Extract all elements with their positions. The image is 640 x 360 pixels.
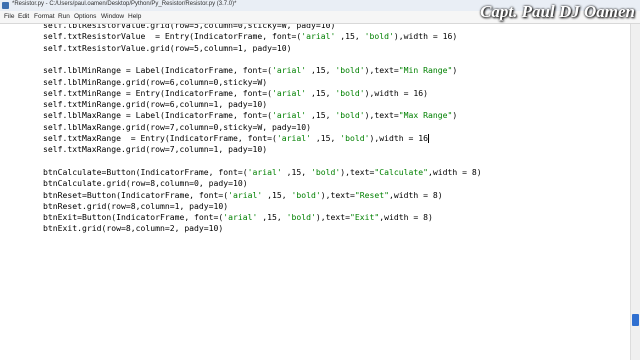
code-line[interactable]: self.lblMinRange.grid(row=6,column=0,sti… (43, 77, 267, 88)
menu-help[interactable]: Help (128, 13, 141, 20)
code-token: self.lblResistorValue.grid(row=5,column=… (43, 24, 336, 30)
code-string-token: "Exit" (350, 212, 380, 223)
code-string-token: 'bold' (335, 110, 365, 121)
code-token: btnExit=Button(IndicatorFrame, font=( (43, 212, 224, 223)
code-line[interactable]: self.txtMinRange.grid(row=6,column=1, pa… (43, 99, 267, 110)
code-string-token: 'bold' (291, 189, 321, 200)
code-string-token: 'bold' (340, 133, 370, 143)
code-token: ),width = 16) (364, 87, 429, 98)
python-idle-icon (2, 2, 9, 9)
code-line[interactable]: self.txtMaxRange.grid(row=7,column=1, pa… (43, 144, 267, 155)
code-token: self.txtResistorValue = Entry(IndicatorF… (43, 31, 302, 42)
code-token: ,width = 8) (389, 189, 443, 200)
code-string-token: 'bold' (364, 31, 394, 42)
code-token: ),text= (364, 110, 399, 121)
code-line[interactable]: self.txtMinRange = Entry(IndicatorFrame,… (43, 88, 428, 99)
code-token: btnCalculate.grid(row=8,column=0, pady=1… (43, 178, 248, 189)
code-token: ,15, (257, 212, 287, 223)
code-token: ,width = 8) (379, 212, 433, 223)
code-line[interactable]: btnReset=Button(IndicatorFrame, font=('a… (43, 190, 443, 201)
code-line[interactable]: btnExit.grid(row=8,column=2, pady=10) (43, 223, 223, 234)
code-token: btnReset.grid(row=8,column=1, pady=10) (43, 200, 229, 211)
code-string-token: 'bold' (286, 212, 316, 223)
menu-edit[interactable]: Edit (18, 13, 29, 20)
code-string-token: 'arial' (272, 110, 307, 121)
code-line[interactable]: self.txtResistorValue.grid(row=5,column=… (43, 43, 292, 54)
menu-format[interactable]: Format (34, 13, 55, 20)
code-line[interactable]: btnExit=Button(IndicatorFrame, font=('ar… (43, 212, 433, 223)
code-token: ,15, (306, 65, 336, 76)
code-token: ) (452, 65, 458, 76)
code-token: self.lblMaxRange.grid(row=7,column=0,sti… (43, 121, 312, 132)
vertical-scrollbar[interactable] (630, 24, 640, 360)
code-token: self.lblMaxRange = Label(IndicatorFrame,… (43, 110, 273, 121)
code-token: ,width = 8) (428, 166, 482, 177)
code-line[interactable]: btnCalculate.grid(row=8,column=0, pady=1… (43, 178, 248, 189)
code-string-token: 'bold' (335, 65, 365, 76)
code-string-token: 'arial' (272, 87, 307, 98)
menu-file[interactable]: File (4, 13, 14, 20)
code-line[interactable]: self.lblMinRange = Label(IndicatorFrame,… (43, 65, 457, 76)
code-token: self.txtMaxRange = Entry(IndicatorFrame,… (43, 133, 277, 143)
code-string-token: 'bold' (335, 87, 365, 98)
code-token: ,15, (306, 87, 336, 98)
code-string-token: "Reset" (354, 189, 390, 200)
window-title: *Resistor.py - C:/Users/paul.oamen/Deskt… (12, 1, 237, 7)
code-editor[interactable]: self.lblResistorValue.grid(row=5,column=… (0, 24, 631, 360)
code-string-token: 'bold' (311, 166, 341, 177)
code-line[interactable]: self.txtResistorValue = Entry(IndicatorF… (43, 31, 457, 42)
code-token: ),width = 16 (369, 133, 429, 143)
code-line[interactable]: btnReset.grid(row=8,column=1, pady=10) (43, 201, 228, 212)
code-token: self.lblMinRange.grid(row=6,column=0,sti… (43, 76, 268, 87)
text-cursor (428, 134, 430, 143)
watermark-text: Capt. Paul DJ Oamen (480, 2, 635, 21)
code-string-token: 'arial' (272, 65, 307, 76)
code-line[interactable]: btnCalculate=Button(IndicatorFrame, font… (43, 167, 482, 178)
code-string-token: 'arial' (301, 31, 336, 42)
code-line[interactable]: self.txtMaxRange = Entry(IndicatorFrame,… (43, 133, 430, 144)
menu-run[interactable]: Run (58, 13, 70, 20)
code-line[interactable]: self.lblMaxRange.grid(row=7,column=0,sti… (43, 122, 311, 133)
scrollbar-thumb[interactable] (632, 314, 639, 326)
code-token: self.txtMinRange.grid(row=6,column=1, pa… (43, 99, 268, 110)
code-token: self.txtResistorValue.grid(row=5,column=… (43, 42, 292, 53)
code-token: self.lblMinRange = Label(IndicatorFrame,… (43, 65, 273, 76)
code-string-token: "Min Range" (398, 65, 453, 76)
code-string-token: 'arial' (228, 189, 263, 200)
code-token: self.txtMinRange = Entry(IndicatorFrame,… (43, 87, 273, 98)
code-token: ,15, (262, 189, 292, 200)
code-string-token: "Calculate" (374, 166, 429, 177)
code-string-token: 'arial' (223, 212, 258, 223)
code-string-token: "Max Range" (398, 110, 453, 121)
code-token: ),text= (340, 166, 375, 177)
menu-options[interactable]: Options (74, 13, 96, 20)
code-string-token: 'arial' (276, 133, 312, 143)
code-line[interactable]: self.lblMaxRange = Label(IndicatorFrame,… (43, 110, 457, 121)
code-line[interactable]: self.lblResistorValue.grid(row=5,column=… (43, 24, 335, 31)
code-token: ,15, (311, 133, 341, 143)
code-token: ,15, (281, 166, 312, 177)
code-token: ,15, (335, 31, 365, 42)
code-token: ),text= (315, 212, 351, 223)
menu-window[interactable]: Window (101, 13, 124, 20)
code-token: self.txtMaxRange.grid(row=7,column=1, pa… (43, 144, 268, 155)
code-token: btnCalculate=Button(IndicatorFrame, font… (43, 166, 248, 177)
code-token: ),text= (364, 65, 399, 76)
code-token: ) (452, 110, 458, 121)
code-string-token: 'arial' (247, 166, 282, 177)
code-token: ),width = 16) (393, 31, 458, 42)
code-token: ,15, (306, 110, 336, 121)
code-token: btnReset=Button(IndicatorFrame, font=( (43, 189, 229, 200)
code-token: btnExit.grid(row=8,column=2, pady=10) (43, 223, 224, 234)
code-token: ),text= (320, 189, 355, 200)
